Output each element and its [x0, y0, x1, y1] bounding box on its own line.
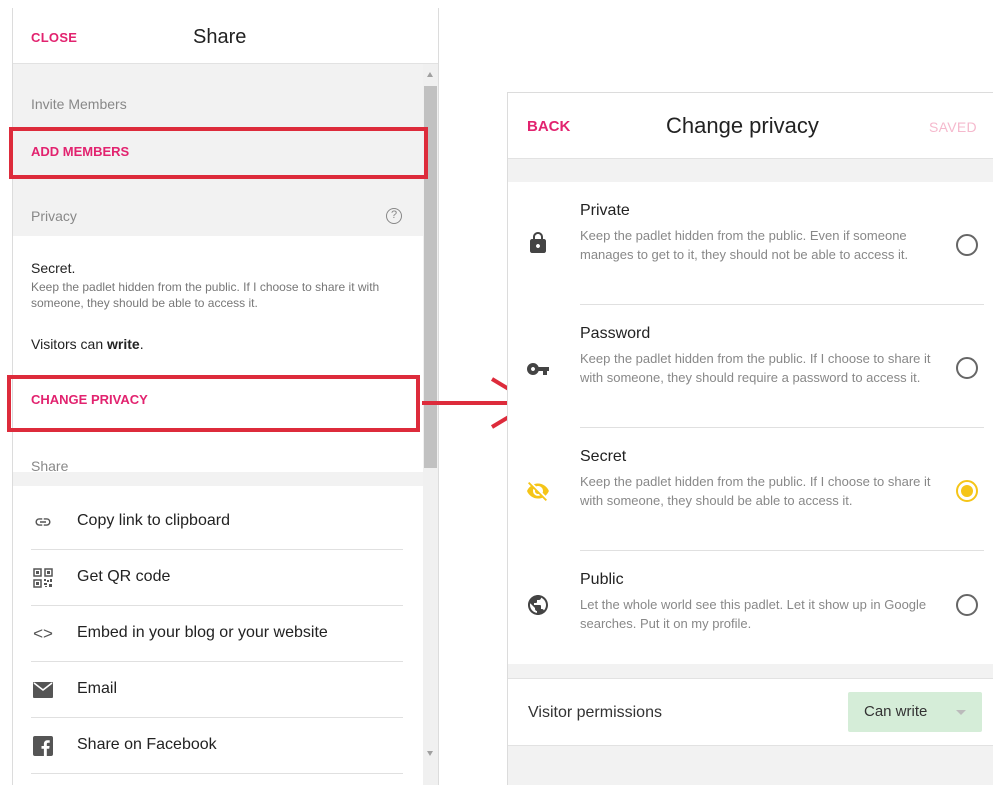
visitor-permissions-row: Visitor permissions Can write	[508, 678, 993, 746]
option-title: Password	[580, 325, 651, 342]
privacy-options: Private Keep the padlet hidden from the …	[508, 182, 993, 664]
privacy-option-secret[interactable]: Secret Keep the padlet hidden from the p…	[508, 428, 993, 551]
privacy-option-password[interactable]: Password Keep the padlet hidden from the…	[508, 305, 993, 428]
add-members-highlight	[9, 127, 428, 179]
share-item-email[interactable]: Email	[31, 662, 403, 718]
saved-button[interactable]: SAVED	[929, 119, 977, 135]
option-title: Public	[580, 571, 624, 588]
visitor-permissions-dropdown[interactable]: Can write	[848, 692, 982, 732]
visitors-permission: write	[107, 336, 140, 352]
share-item-label: Get QR code	[77, 568, 171, 585]
back-button[interactable]: BACK	[527, 118, 570, 135]
visitors-permission-line: Visitors can write.	[31, 336, 144, 352]
scroll-up-arrow-icon[interactable]	[427, 72, 433, 77]
current-privacy-name: Secret.	[31, 260, 76, 276]
visitor-permissions-label: Visitor permissions	[528, 704, 662, 721]
link-icon	[31, 510, 55, 534]
code-icon: <>	[33, 624, 53, 643]
share-header: CLOSE Share	[13, 8, 438, 64]
visitor-permissions-value: Can write	[864, 703, 928, 720]
option-description: Keep the padlet hidden from the public. …	[580, 228, 909, 262]
change-privacy-panel: BACK Change privacy SAVED Private Keep t…	[507, 92, 993, 785]
qr-code-icon	[31, 566, 55, 590]
privacy-header: BACK Change privacy SAVED	[508, 93, 993, 159]
radio-secret[interactable]	[956, 480, 978, 502]
share-item-facebook[interactable]: Share on Facebook	[31, 718, 403, 774]
email-icon	[31, 678, 55, 702]
share-item-label: Embed in your blog or your website	[77, 624, 328, 641]
privacy-title: Change privacy	[666, 113, 819, 138]
current-privacy-description: Keep the padlet hidden from the public. …	[31, 280, 380, 310]
key-icon	[526, 357, 550, 381]
chevron-down-icon	[956, 710, 966, 715]
close-button[interactable]: CLOSE	[31, 30, 77, 45]
share-item-label: Share on Facebook	[77, 736, 217, 753]
scroll-down-arrow-icon[interactable]	[427, 751, 433, 756]
share-item-label: Copy link to clipboard	[77, 512, 230, 529]
share-title: Share	[193, 26, 247, 48]
privacy-label: Privacy	[31, 208, 77, 224]
invite-members-label: Invite Members	[31, 96, 127, 112]
option-description: Keep the padlet hidden from the public. …	[580, 474, 931, 508]
visitors-prefix: Visitors can	[31, 336, 107, 352]
globe-icon	[526, 593, 550, 617]
visitors-suffix: .	[139, 336, 144, 352]
privacy-option-public[interactable]: Public Let the whole world see this padl…	[508, 551, 993, 674]
help-icon[interactable]: ?	[386, 208, 402, 224]
lock-icon	[526, 231, 550, 255]
radio-private[interactable]	[956, 234, 978, 256]
option-description: Keep the padlet hidden from the public. …	[580, 351, 931, 385]
change-privacy-highlight	[7, 375, 420, 432]
radio-public[interactable]	[956, 594, 978, 616]
share-item-copy-link[interactable]: Copy link to clipboard	[31, 494, 403, 550]
share-list: Copy link to clipboard Get QR code <> Em…	[13, 486, 423, 785]
share-item-embed[interactable]: <> Embed in your blog or your website	[31, 606, 403, 662]
option-title: Secret	[580, 448, 627, 465]
share-item-qr-code[interactable]: Get QR code	[31, 550, 403, 606]
option-title: Private	[580, 202, 630, 219]
privacy-option-private[interactable]: Private Keep the padlet hidden from the …	[508, 182, 993, 305]
share-section-label: Share	[31, 458, 69, 474]
share-item-label: Email	[77, 680, 118, 697]
facebook-icon	[31, 734, 55, 758]
option-description: Let the whole world see this padlet. Let…	[580, 597, 927, 631]
radio-password[interactable]	[956, 357, 978, 379]
eye-off-icon	[526, 479, 550, 503]
